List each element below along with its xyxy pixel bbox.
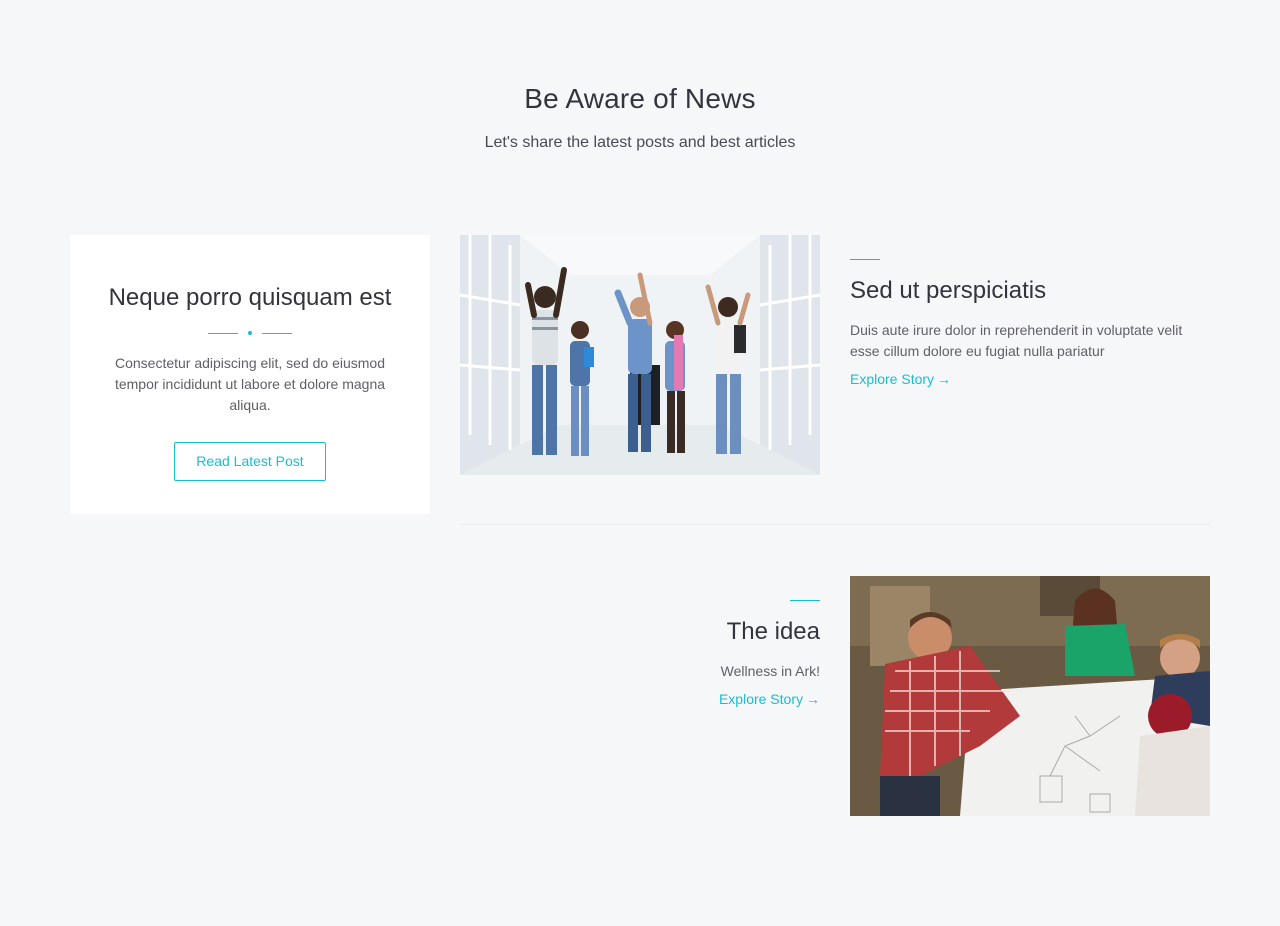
story-title[interactable]: The idea bbox=[460, 617, 820, 647]
card-divider bbox=[208, 331, 292, 337]
explore-story-label: Explore Story bbox=[850, 371, 935, 387]
arrow-right-icon: → bbox=[806, 691, 820, 707]
story-text: Duis aute irure dolor in reprehenderit i… bbox=[850, 322, 1183, 359]
divider-line-left bbox=[208, 333, 238, 334]
story-block-1: Sed ut perspiciatis Duis aute irure dolo… bbox=[850, 259, 1210, 389]
story-title[interactable]: Sed ut perspiciatis bbox=[850, 276, 1210, 306]
divider-dot bbox=[248, 331, 252, 335]
students-jumping-illustration bbox=[460, 235, 820, 475]
section-title: Be Aware of News bbox=[524, 83, 756, 114]
divider-line-right bbox=[262, 333, 292, 334]
explore-story-link[interactable]: Explore Story → bbox=[850, 371, 951, 387]
explore-story-label: Explore Story bbox=[718, 691, 803, 707]
section-header: Be Aware of News Let's share the latest … bbox=[0, 80, 1280, 155]
story-separator bbox=[460, 524, 1210, 525]
team-meeting-photo[interactable] bbox=[850, 576, 1210, 816]
section-subtitle: Let's share the latest posts and best ar… bbox=[484, 134, 796, 151]
team-meeting-illustration bbox=[850, 576, 1210, 816]
latest-post-card: Neque porro quisquam est Consectetur adi… bbox=[70, 235, 430, 514]
read-latest-post-button[interactable]: Read Latest Post bbox=[174, 442, 326, 481]
arrow-right-icon: → bbox=[937, 371, 952, 387]
story-accent-rule bbox=[850, 259, 880, 260]
card-text: Consectetur adipiscing elit, sed do eius… bbox=[114, 355, 386, 413]
students-jumping-photo[interactable] bbox=[460, 235, 820, 475]
story-block-2: The idea Wellness in Ark! Explore Story → bbox=[460, 600, 820, 709]
card-title: Neque porro quisquam est bbox=[108, 284, 392, 311]
explore-story-link[interactable]: Explore Story → bbox=[719, 691, 820, 707]
story-text: Wellness in Ark! bbox=[720, 663, 820, 679]
story-accent-rule bbox=[790, 600, 820, 601]
